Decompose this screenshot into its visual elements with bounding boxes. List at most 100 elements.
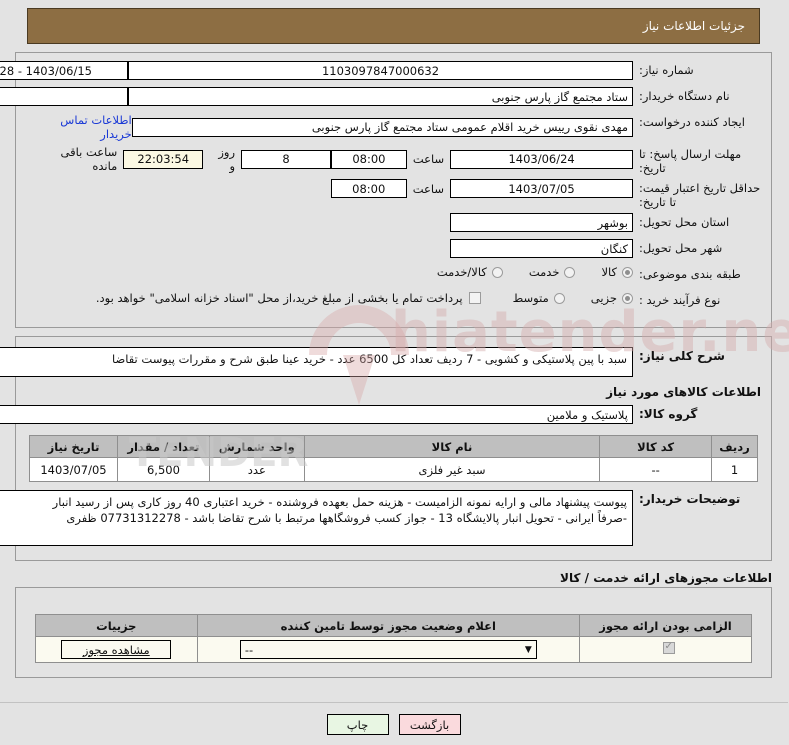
row-delivery-city: شهر محل تحویل: کنگان: [27, 239, 762, 261]
remaining-time-input: 22:03:54: [124, 149, 205, 169]
permit-status-value: --: [245, 642, 255, 657]
label-reply-deadline: مهلت ارسال پاسخ: تا تاریخ:: [640, 147, 743, 175]
delivery-province-input[interactable]: بوشهر: [451, 213, 634, 232]
col-qty: تعداد / مقدار: [118, 435, 211, 458]
view-permit-button[interactable]: مشاهده مجوز: [62, 640, 173, 659]
cell-code: --: [600, 457, 714, 482]
col-unit: واحد شمارش: [209, 435, 306, 458]
reply-deadline-date-input[interactable]: 1403/06/24: [451, 149, 634, 169]
need-details-panel: شماره نیاز: 1103097847000632 1403/06/15 …: [0, 52, 773, 328]
goods-table-wrap: ردیف کد کالا نام کالا واحد شمارش تعداد /…: [27, 435, 762, 482]
countdown-cluster: 8 روز و 22:03:54 ساعت باقی مانده: [27, 145, 332, 173]
row-subject-category: طبقه بندی موضوعی: کالا خدمت کالا/خدمت: [27, 265, 762, 287]
footer-buttons: بازگشت چاپ: [0, 714, 789, 735]
need-details-body: شماره نیاز: 1103097847000632 1403/06/15 …: [0, 53, 772, 327]
permits-panel: الزامی بودن ارائه مجوز اعلام وضعیت مجوز …: [16, 587, 773, 678]
print-button[interactable]: چاپ: [327, 714, 390, 735]
goods-table: ردیف کد کالا نام کالا واحد شمارش تعداد /…: [30, 435, 759, 482]
permits-table: الزامی بودن ارائه مجوز اعلام وضعیت مجوز …: [36, 614, 753, 663]
process-label-minor: جزیی: [591, 291, 618, 305]
value-buyer-notes: پیوست پیشنهاد مالی و ارایه نمونه الزامیس…: [0, 490, 634, 546]
reply-deadline-time-input[interactable]: 08:00: [331, 149, 408, 169]
row-reply-deadline: مهلت ارسال پاسخ: تا تاریخ: 1403/06/24 سا…: [27, 145, 762, 175]
cell-name: سبد غیر فلزی: [304, 457, 602, 482]
goods-group-input[interactable]: پلاستیک و ملامین: [0, 405, 634, 424]
value-buyer-org: ستاد مجتمع گاز پارس جنوبی: [0, 87, 634, 106]
label-buyer-notes: توضیحات خریدار:: [640, 492, 742, 506]
label-remaining: ساعت باقی مانده: [61, 145, 119, 173]
table-row: 1 -- سبد غیر فلزی عدد 6,500 1403/07/05: [30, 457, 759, 482]
value-subject-category: کالا خدمت کالا/خدمت: [27, 265, 634, 279]
need-number-input[interactable]: 1103097847000632: [129, 61, 634, 80]
category-radio-goods[interactable]: کالا: [602, 265, 634, 279]
announce-datetime-input[interactable]: 1403/06/15 - 09:28: [0, 61, 129, 80]
col-radif: ردیف: [712, 435, 759, 458]
goods-panel-body: شرح کلی نیاز: سبد با پین پلاستیکی و کشوی…: [0, 337, 772, 560]
announce-blank-input[interactable]: [0, 87, 129, 106]
label-requester: ایجاد کننده درخواست:: [640, 115, 746, 129]
description-textarea[interactable]: سبد با پین پلاستیکی و کشویی - 7 ردیف تعد…: [0, 347, 634, 377]
col-name: نام کالا: [304, 435, 602, 458]
permit-status-select[interactable]: ▼ --: [240, 640, 538, 659]
cell-need-date: 1403/07/05: [30, 457, 119, 482]
chevron-down-icon: ▼: [525, 644, 533, 655]
treasury-note-line: پرداخت تمام یا بخشی از مبلغ خرید،از محل …: [97, 291, 482, 305]
cell-qty: 6,500: [118, 457, 211, 482]
col-permit-required: الزامی بودن ارائه مجوز: [580, 614, 753, 637]
value-need-number: 1103097847000632 1403/06/15 - 09:28 تاری…: [0, 61, 634, 80]
row-buyer-notes: توضیحات خریدار: پیوست پیشنهاد مالی و ارا…: [0, 490, 762, 546]
table-row: ▼ -- مشاهده مجوز: [36, 636, 753, 663]
process-radio-medium[interactable]: متوسط: [514, 291, 566, 305]
treasury-note-text: پرداخت تمام یا بخشی از مبلغ خرید،از محل …: [96, 291, 464, 305]
price-validity-date-input[interactable]: 1403/07/05: [451, 179, 634, 198]
label-subject-category: طبقه بندی موضوعی:: [640, 267, 742, 281]
category-radio-group: کالا خدمت کالا/خدمت: [412, 265, 634, 279]
radio-icon-goods-service[interactable]: [492, 266, 504, 278]
label-delivery-city: شهر محل تحویل:: [640, 241, 724, 255]
col-permit-details: جزییات: [36, 614, 199, 637]
requester-input[interactable]: مهدی نقوی رییس خرید اقلام عمومی ستاد مجت…: [132, 117, 634, 137]
radio-icon-medium[interactable]: [554, 292, 566, 304]
cell-permit-details: مشاهده مجوز: [36, 636, 199, 663]
value-description: سبد با پین پلاستیکی و کشویی - 7 ردیف تعد…: [0, 347, 634, 377]
label-delivery-province: استان محل تحویل:: [640, 215, 731, 229]
label-need-number: شماره نیاز:: [640, 63, 695, 77]
row-goods-group: گروه کالا: پلاستیک و ملامین: [0, 405, 762, 427]
buyer-notes-line-2: -صرفاً ایرانی - تحویل انبار پالایشگاه 13…: [67, 511, 628, 525]
permits-section-heading: اطلاعات مجوزهای ارائه خدمت / کالا: [561, 571, 773, 585]
treasury-note-checkbox[interactable]: [469, 292, 482, 304]
announce-blank-cluster: [0, 87, 129, 106]
delivery-city-input[interactable]: کنگان: [451, 239, 634, 258]
goods-section-heading: اطلاعات کالاهای مورد نیاز: [607, 385, 762, 399]
permits-header-row: الزامی بودن ارائه مجوز اعلام وضعیت مجوز …: [36, 614, 753, 637]
cell-permit-status: ▼ --: [197, 636, 582, 663]
header-wrap: جزئیات اطلاعات نیاز: [0, 0, 789, 44]
row-price-validity: حداقل تاریخ اعتبار قیمت: تا تاریخ: 1403/…: [27, 179, 762, 209]
row-buyer-org: نام دستگاه خریدار: ستاد مجتمع گاز پارس ج…: [0, 87, 762, 109]
buyer-org-input[interactable]: ستاد مجتمع گاز پارس جنوبی: [129, 87, 634, 106]
category-radio-goods-service[interactable]: کالا/خدمت: [438, 265, 504, 279]
col-need-date: تاریخ نیاز: [30, 435, 119, 458]
permits-table-head: الزامی بودن ارائه مجوز اعلام وضعیت مجوز …: [36, 614, 753, 637]
row-delivery-province: استان محل تحویل: بوشهر: [27, 213, 762, 235]
radio-icon-minor[interactable]: [623, 292, 634, 304]
row-requester: ایجاد کننده درخواست: مهدی نقوی رییس خرید…: [27, 113, 762, 141]
process-radio-minor[interactable]: جزیی: [592, 291, 634, 305]
remaining-days-input: 8: [242, 149, 332, 169]
buyer-contact-cluster: اطلاعات تماس خریدار: [27, 113, 132, 141]
footer-divider: [0, 702, 789, 703]
col-code: کد کالا: [600, 435, 714, 458]
cell-permit-required: [580, 636, 753, 663]
label-description: شرح کلی نیاز:: [640, 349, 726, 363]
category-radio-service[interactable]: خدمت: [530, 265, 577, 279]
row-need-number: شماره نیاز: 1103097847000632 1403/06/15 …: [0, 61, 762, 83]
radio-icon-goods[interactable]: [623, 266, 634, 278]
buyer-contact-link[interactable]: اطلاعات تماس خریدار: [27, 113, 132, 141]
label-hour-price: ساعت: [413, 181, 445, 196]
goods-table-body: 1 -- سبد غیر فلزی عدد 6,500 1403/07/05: [30, 457, 759, 482]
label-buyer-org: نام دستگاه خریدار:: [640, 89, 731, 103]
back-button[interactable]: بازگشت: [399, 714, 462, 735]
radio-icon-service[interactable]: [565, 266, 577, 278]
buyer-notes-textarea[interactable]: پیوست پیشنهاد مالی و ارایه نمونه الزامیس…: [0, 490, 634, 546]
price-validity-time-input[interactable]: 08:00: [331, 179, 408, 198]
